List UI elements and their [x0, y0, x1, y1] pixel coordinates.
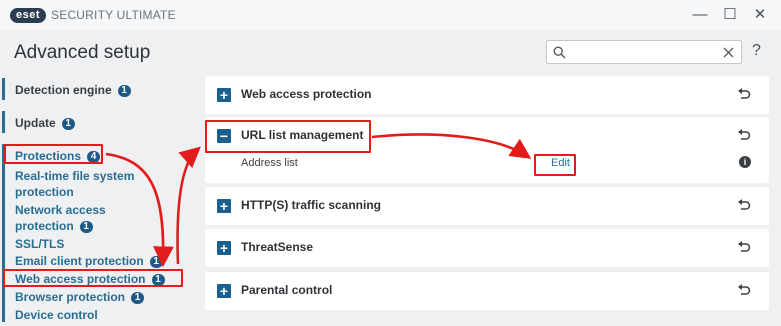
revert-icon[interactable]: [737, 240, 751, 254]
sidebar-item-network-access-protection[interactable]: Network access protection 1: [15, 202, 106, 234]
sidebar-item-email-client-protection[interactable]: Email client protection 1: [15, 253, 163, 269]
panel-parental-control: + Parental control: [205, 272, 769, 310]
revert-icon[interactable]: [737, 283, 751, 297]
panel-header[interactable]: + Web access protection: [205, 76, 769, 114]
sidebar-item-label: Browser protection: [15, 290, 126, 304]
sidebar-item-label: Detection engine: [15, 83, 112, 97]
search-input[interactable]: [571, 43, 719, 61]
sidebar-item-label: Real-time file system: [15, 169, 135, 183]
sidebar-item-label: Email client protection: [15, 254, 144, 268]
search-box[interactable]: [546, 40, 742, 64]
revert-icon[interactable]: [737, 128, 751, 142]
sidebar: Detection engine 1 Update 1 Protections 4 R…: [0, 74, 190, 326]
notification-badge: 1: [61, 118, 75, 130]
panel-header[interactable]: − URL list management: [205, 117, 769, 155]
expand-plus-icon[interactable]: +: [217, 199, 231, 213]
minimize-button[interactable]: —: [692, 7, 708, 23]
maximize-button[interactable]: ☐: [722, 7, 738, 23]
address-list-label: Address list: [241, 157, 298, 169]
edit-address-list-button[interactable]: Edit: [546, 154, 575, 172]
expand-plus-icon[interactable]: +: [217, 88, 231, 102]
revert-icon[interactable]: [737, 87, 751, 101]
notification-badge: 1: [117, 85, 131, 97]
title-bar: eset SECURITY ULTIMATE — ☐ ✕: [0, 0, 781, 30]
panel-header[interactable]: + HTTP(S) traffic scanning: [205, 187, 769, 225]
panel-title: Parental control: [241, 283, 333, 297]
panel-title: Web access protection: [241, 87, 372, 101]
close-window-button[interactable]: ✕: [752, 7, 768, 23]
info-icon[interactable]: i: [739, 156, 751, 168]
panel-title: URL list management: [241, 128, 364, 142]
page-title: Advanced setup: [14, 42, 151, 63]
notification-badge: 1: [149, 256, 163, 268]
panel-web-access-protection: + Web access protection: [205, 76, 769, 114]
notification-badge: 1: [79, 221, 93, 233]
sidebar-item-ssl-tls[interactable]: SSL/TLS: [15, 236, 64, 252]
sidebar-item-update[interactable]: Update 1: [15, 116, 75, 130]
sidebar-item-realtime-protection[interactable]: Real-time file system protection: [15, 168, 134, 200]
product-name: SECURITY ULTIMATE: [51, 8, 176, 22]
sidebar-item-label: Protections: [15, 149, 82, 163]
panel-header[interactable]: + Parental control: [205, 272, 769, 310]
help-button[interactable]: ?: [752, 42, 761, 60]
sidebar-item-device-control[interactable]: Device control: [15, 307, 98, 323]
sidebar-item-label: protection: [15, 185, 74, 199]
revert-icon[interactable]: [737, 198, 751, 212]
collapse-minus-icon[interactable]: −: [217, 129, 231, 143]
panel-header[interactable]: + ThreatSense: [205, 229, 769, 267]
sidebar-item-detection-engine[interactable]: Detection engine 1: [15, 83, 131, 97]
notification-badge: 4: [87, 151, 101, 163]
sidebar-item-protections[interactable]: Protections 4: [15, 148, 101, 164]
sidebar-item-label: protection: [15, 219, 74, 233]
eset-logo: eset: [10, 7, 47, 23]
clear-search-icon[interactable]: [723, 47, 734, 58]
panel-title: ThreatSense: [241, 240, 314, 254]
sidebar-item-browser-protection[interactable]: Browser protection 1: [15, 289, 145, 305]
detection-engine-accent: [2, 78, 5, 100]
panel-url-list-management: − URL list management Address list Edit …: [205, 117, 769, 183]
expand-plus-icon[interactable]: +: [217, 241, 231, 255]
update-accent: [2, 111, 5, 133]
panel-threatsense: + ThreatSense: [205, 229, 769, 267]
panel-title: HTTP(S) traffic scanning: [241, 198, 382, 212]
sidebar-item-label: Update: [15, 116, 56, 130]
notification-badge: 1: [131, 292, 145, 304]
search-icon: [553, 46, 566, 59]
brand-text: eset: [16, 9, 41, 21]
sidebar-item-label: Network access: [15, 203, 106, 217]
sidebar-item-web-access-protection[interactable]: Web access protection 1: [15, 271, 165, 287]
sidebar-item-label: Web access protection: [15, 272, 146, 286]
expand-plus-icon[interactable]: +: [217, 284, 231, 298]
panel-https-traffic-scanning: + HTTP(S) traffic scanning: [205, 187, 769, 225]
protections-accent: [2, 144, 5, 322]
notification-badge: 1: [151, 274, 165, 286]
